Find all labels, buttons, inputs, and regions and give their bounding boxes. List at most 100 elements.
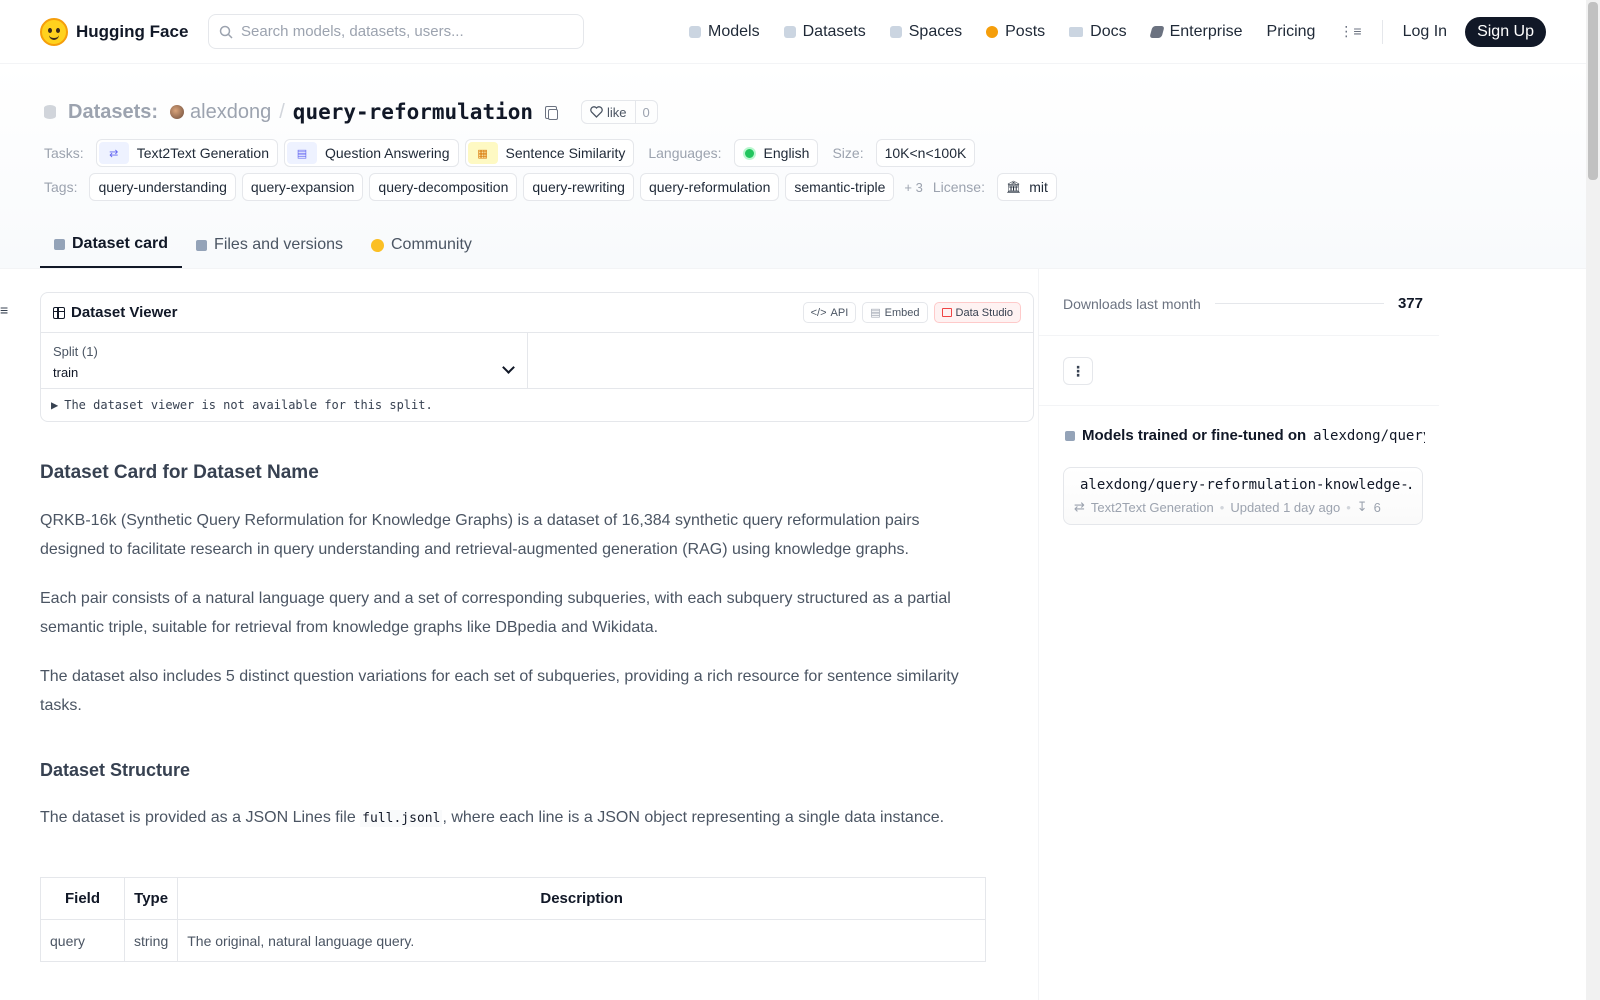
brand-logo[interactable]: Hugging Face	[40, 17, 208, 46]
table-cell: query	[40, 919, 125, 962]
nav-label: Docs	[1090, 22, 1127, 40]
page-scrollbar[interactable]	[1586, 0, 1600, 1000]
license-chip[interactable]: 🏛 mit	[996, 173, 1057, 201]
viewer-title-text: Dataset Viewer	[71, 304, 178, 321]
search-input[interactable]	[241, 23, 561, 40]
table-icon	[53, 306, 65, 319]
task-chip-similarity[interactable]: ▦ Sentence Similarity	[464, 139, 635, 167]
api-button[interactable]: </> API	[802, 302, 857, 323]
tab-dataset-card[interactable]: Dataset card	[40, 222, 183, 268]
tab-community[interactable]: Community	[357, 222, 486, 268]
enterprise-icon	[1148, 25, 1165, 38]
book-icon	[1069, 26, 1084, 37]
viewer-unavailable-note[interactable]: ▶ The dataset viewer is not available fo…	[41, 389, 1033, 421]
more-tags-button[interactable]: + 3	[904, 180, 922, 195]
scrollbar-thumb[interactable]	[1588, 2, 1598, 180]
tag-chip[interactable]: query-reformulation	[639, 173, 780, 201]
languages-label: Languages:	[648, 145, 722, 161]
nav-spaces[interactable]: Spaces	[878, 15, 974, 49]
copy-icon[interactable]	[545, 105, 559, 120]
repo-type-link[interactable]: Datasets:	[68, 101, 158, 124]
repo-name-link[interactable]: query-reformulation	[293, 100, 533, 124]
files-icon	[196, 239, 208, 251]
language-chip[interactable]: English	[733, 139, 819, 167]
tab-files[interactable]: Files and versions	[182, 222, 357, 268]
nav-docs[interactable]: Docs	[1057, 15, 1138, 49]
split-select[interactable]: Split (1) train	[41, 333, 528, 388]
model-meta: ⇄ Text2Text Generation • Updated 1 day a…	[1074, 499, 1412, 515]
top-navbar: Hugging Face Models Datasets Spaces Post…	[0, 0, 1586, 64]
tab-label: Dataset card	[72, 235, 169, 252]
embed-icon: ▤	[870, 307, 881, 319]
tasks-label: Tasks:	[44, 145, 84, 161]
models-trained-heading: Models trained or fine-tuned on alexdong…	[1065, 427, 1425, 444]
signup-button[interactable]: Sign Up	[1465, 16, 1546, 47]
like-count[interactable]: 0	[636, 105, 657, 120]
nav-label: Spaces	[908, 22, 963, 40]
column-header: Type	[123, 877, 179, 920]
bank-icon: 🏛	[1005, 180, 1022, 194]
studio-label: Data Studio	[955, 306, 1013, 319]
table-row: query string The original, natural langu…	[40, 919, 986, 962]
nav-enterprise[interactable]: Enterprise	[1139, 15, 1255, 49]
cube-icon	[1065, 430, 1075, 441]
avatar	[170, 105, 185, 119]
divider	[1039, 405, 1439, 406]
split-value: train	[53, 365, 79, 380]
chip-label: Question Answering	[324, 145, 450, 161]
tag-chip[interactable]: query-decomposition	[369, 173, 518, 201]
separator-dot: •	[1346, 499, 1351, 515]
task-chip-qa[interactable]: ▤ Question Answering	[283, 139, 459, 167]
tag-chip[interactable]: semantic-triple	[785, 173, 895, 201]
tag-chip[interactable]: query-expansion	[241, 173, 364, 201]
like-label: like	[607, 104, 627, 120]
tab-label: Files and versions	[214, 236, 343, 253]
api-label: API	[830, 306, 849, 319]
column-header: Field	[40, 877, 125, 920]
task-chip-text2text[interactable]: ⇄ Text2Text Generation	[95, 139, 278, 167]
tasks-row: Tasks: ⇄ Text2Text Generation ▤ Question A…	[44, 139, 976, 167]
studio-icon	[941, 308, 952, 317]
text2text-icon: ⇄	[98, 142, 129, 164]
database-icon	[44, 105, 56, 119]
like-button[interactable]: like	[582, 101, 636, 123]
tag-chip[interactable]: query-understanding	[89, 173, 236, 201]
text: The dataset is provided as a JSON Lines …	[40, 809, 361, 826]
search-box[interactable]	[208, 14, 584, 49]
nav-posts[interactable]: Posts	[974, 15, 1057, 49]
models-heading-text: Models trained or fine-tuned on	[1082, 427, 1307, 444]
more-options-button[interactable]: ⋮	[1063, 357, 1093, 385]
path-separator: /	[279, 100, 285, 123]
paragraph: QRKB-16k (Synthetic Query Reformulation …	[40, 512, 920, 558]
model-name: alexdong/query-reformulation-knowledge-…	[1074, 477, 1412, 493]
model-card[interactable]: alexdong/query-reformulation-knowledge-……	[1063, 467, 1423, 525]
split-row: Split (1) train	[41, 333, 1033, 389]
paragraph: The dataset is provided as a JSON Lines …	[40, 803, 970, 833]
dataset-card-main: Dataset Viewer </> API ▤ Embed Data Studio…	[40, 292, 1034, 962]
login-link[interactable]: Log In	[1391, 15, 1459, 49]
embed-button[interactable]: ▤ Embed	[862, 302, 928, 323]
data-studio-button[interactable]: Data Studio	[933, 302, 1021, 323]
downloads-label: Downloads last month	[1063, 295, 1201, 312]
tab-label: Community	[391, 236, 472, 253]
table-header-row: Field Type Description	[40, 877, 986, 920]
table-cell: The original, natural language query.	[177, 919, 986, 962]
paragraph: Each pair consists of a natural language…	[40, 590, 951, 636]
tag-chip[interactable]: query-rewriting	[523, 173, 634, 201]
downloads-stat: Downloads last month 377	[1063, 295, 1423, 312]
hugging-face-logo-icon	[40, 17, 68, 46]
nav-pricing[interactable]: Pricing	[1255, 15, 1328, 49]
nav-models[interactable]: Models	[677, 15, 772, 49]
nav-label: Enterprise	[1169, 22, 1243, 40]
menu-icon: ⋮≡	[1339, 23, 1362, 39]
model-name-text: alexdong/query-reformulation-knowledge-…	[1080, 477, 1412, 493]
nav-datasets[interactable]: Datasets	[772, 15, 878, 49]
size-chip[interactable]: 10K<n<100K	[875, 139, 976, 167]
sentence-similarity-icon: ▦	[467, 142, 498, 164]
more-menu-button[interactable]: ⋮≡	[1327, 15, 1373, 49]
toc-toggle-icon[interactable]: ≡	[0, 302, 8, 318]
nav-label: Models	[708, 22, 760, 40]
question-answering-icon: ▤	[286, 142, 317, 164]
split-label: Split (1)	[53, 344, 98, 359]
owner-link[interactable]: alexdong	[190, 101, 271, 124]
